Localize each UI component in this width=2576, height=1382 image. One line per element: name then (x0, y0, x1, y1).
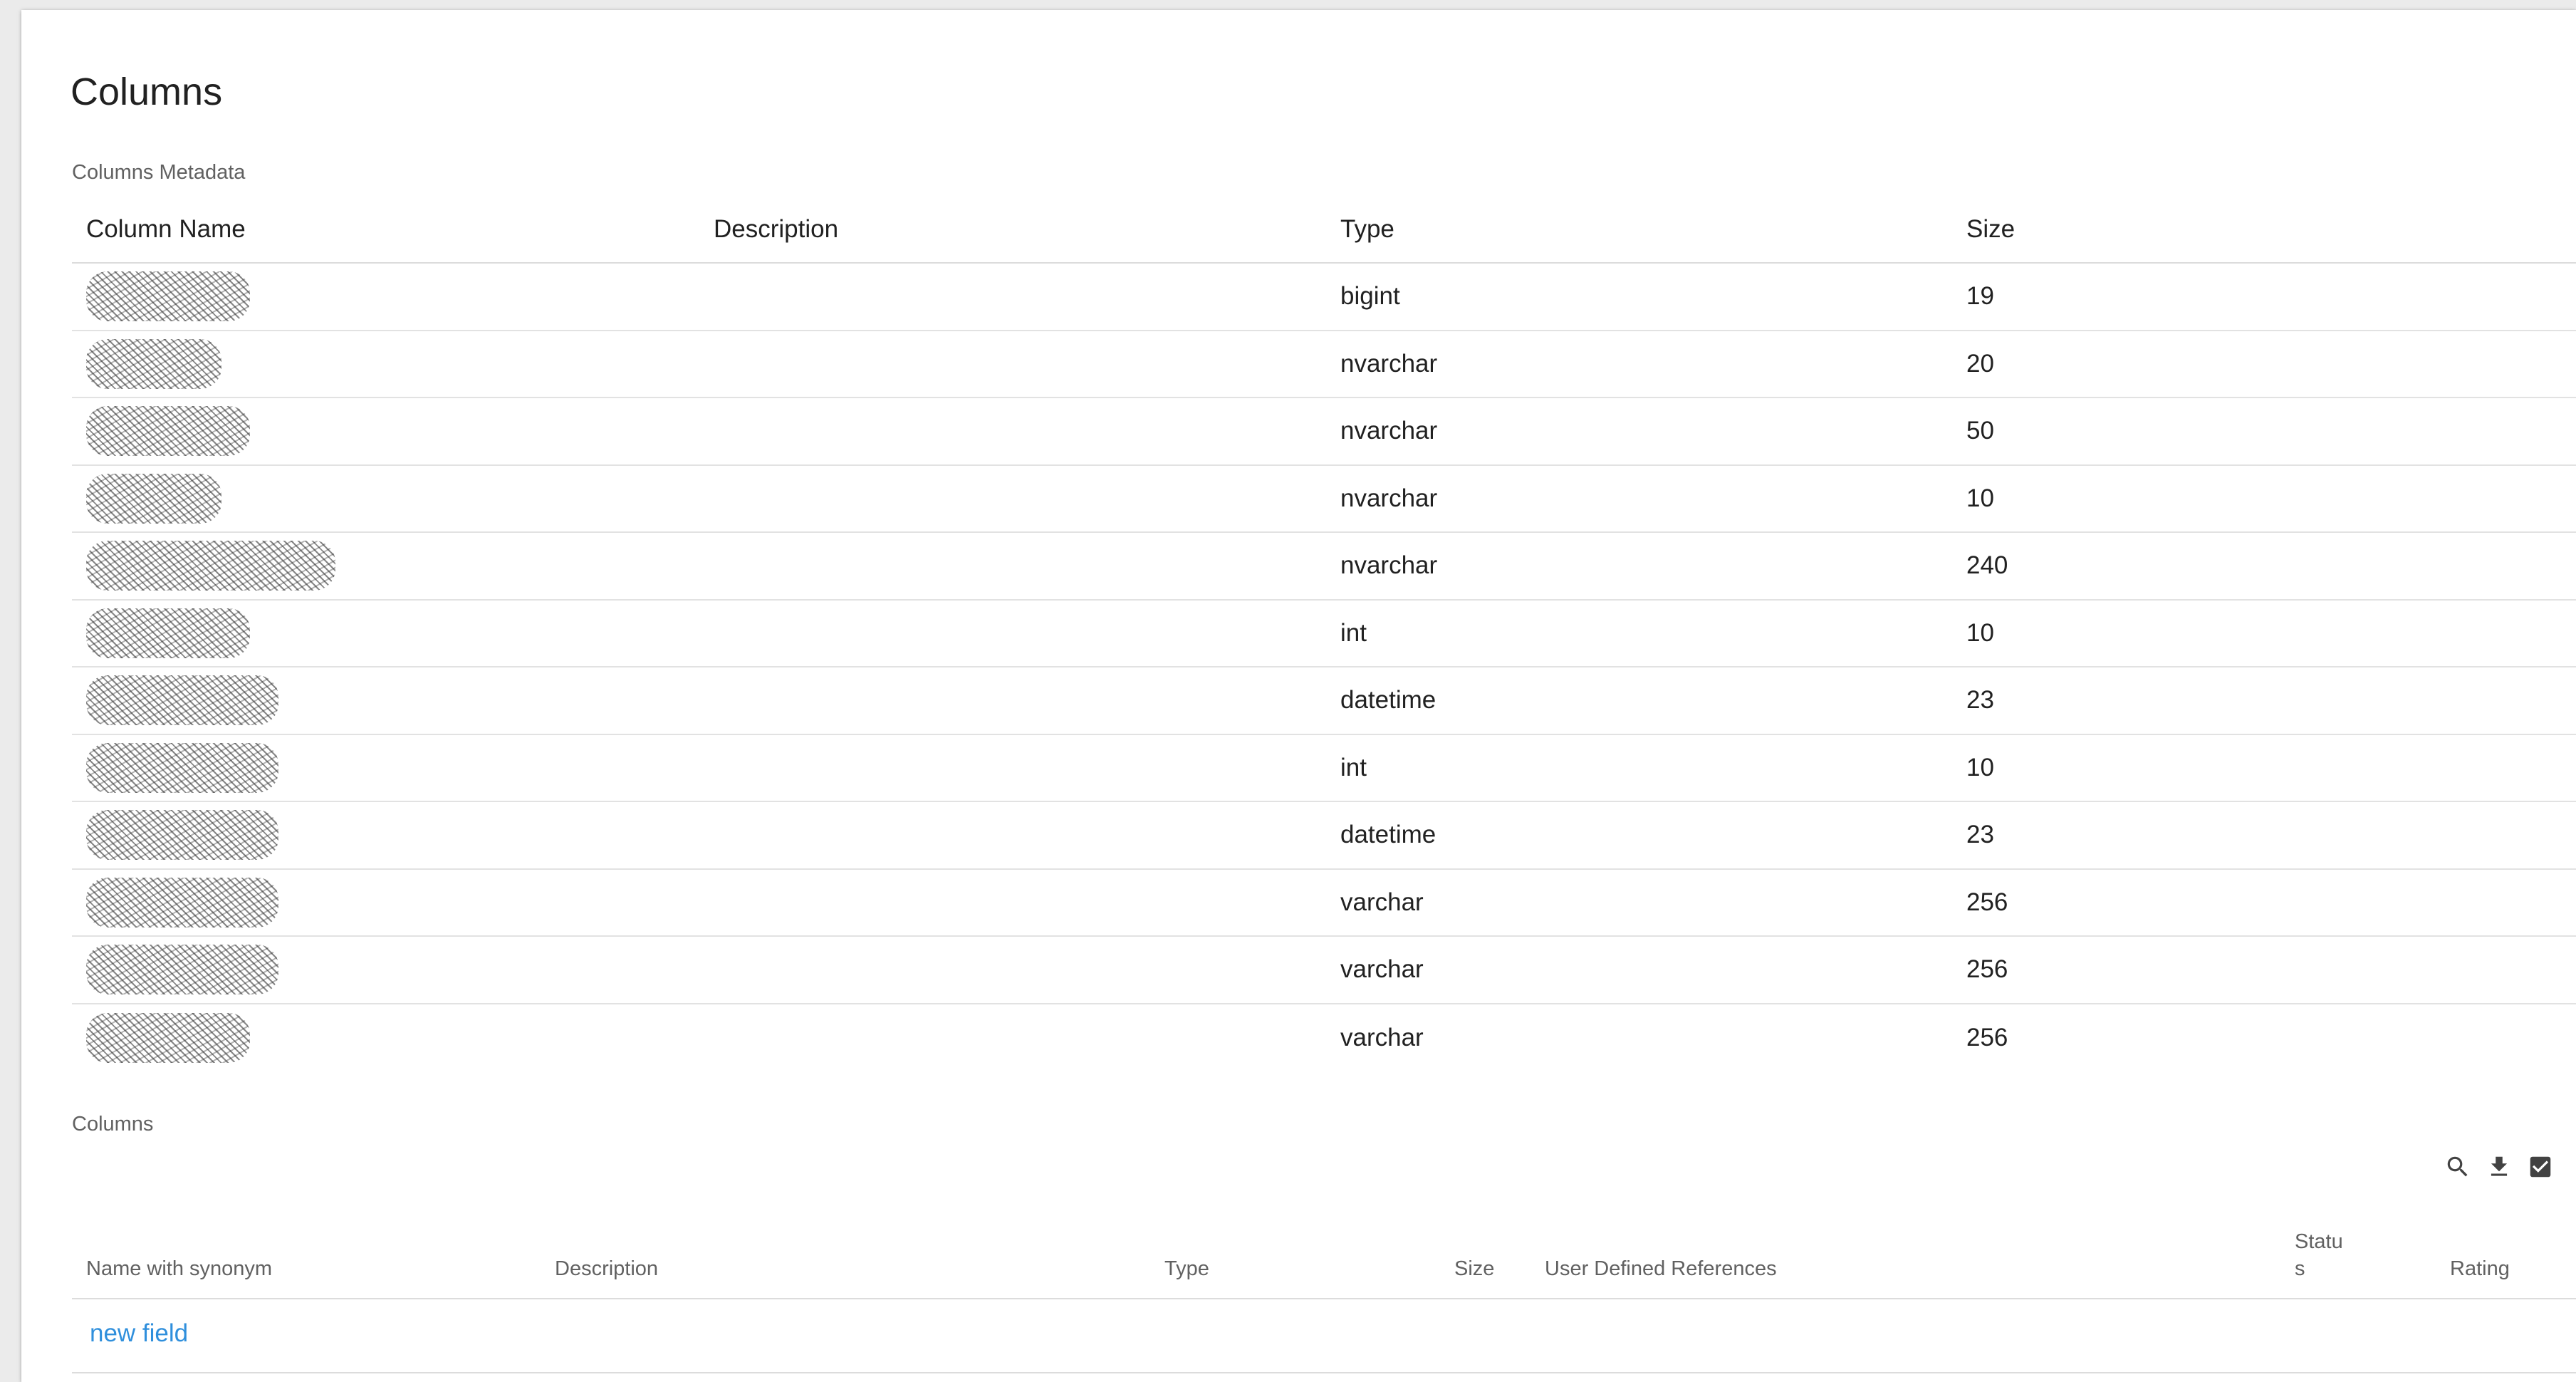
type-cell: nvarchar (1340, 349, 1438, 378)
header-rating[interactable]: Rating (2450, 1255, 2510, 1282)
table-row: varchar 256 (72, 937, 2576, 1004)
type-cell: datetime (1340, 686, 1436, 715)
size-cell: 256 (1966, 955, 2008, 984)
size-cell: 240 (1966, 551, 2008, 580)
table-row: datetime 23 (72, 667, 2576, 735)
type-cell: datetime (1340, 821, 1436, 849)
size-cell: 23 (1966, 821, 1994, 849)
checkbox-icon[interactable] (2526, 1153, 2555, 1181)
size-cell: 10 (1966, 753, 1994, 781)
type-cell: bigint (1340, 282, 1400, 311)
redacted-column-name (86, 398, 250, 464)
table-row: nvarchar 20 (72, 331, 2576, 398)
table-row: nvarchar 240 (72, 533, 2576, 601)
redacted-column-name (86, 533, 335, 599)
table-row: nvarchar 10 (72, 466, 2576, 533)
columns-metadata-table: Column Name Description Type Size bigint… (72, 197, 2576, 1071)
size-cell: 23 (1966, 686, 1994, 715)
size-cell: 10 (1966, 618, 1994, 647)
columns-grid-header: Name with synonym Description Type Size … (72, 1207, 2576, 1299)
table-row: bigint 19 (72, 264, 2576, 331)
type-cell: int (1340, 618, 1367, 647)
redacted-column-name (86, 466, 221, 532)
table-row: datetime 23 (72, 802, 2576, 870)
size-cell: 10 (1966, 484, 1994, 512)
new-field-link[interactable]: new field (90, 1319, 188, 1348)
columns-toolbar (2444, 1153, 2555, 1181)
type-cell: nvarchar (1340, 417, 1438, 445)
table-row: new field (72, 1299, 2576, 1373)
header-type: Type (1340, 215, 1394, 243)
redacted-column-name (86, 601, 250, 667)
table-row: varchar 256 (72, 1004, 2576, 1072)
type-cell: int (1340, 753, 1367, 781)
size-cell: 50 (1966, 417, 1994, 445)
page-title: Columns (71, 71, 223, 113)
metadata-table-header: Column Name Description Type Size (72, 197, 2576, 264)
table-row: nvarchar 50 (72, 398, 2576, 466)
header-user-defined-references[interactable]: User Defined References (1545, 1255, 1777, 1282)
redacted-column-name (86, 1004, 250, 1072)
header-size: Size (1966, 215, 2016, 243)
size-cell: 256 (1966, 888, 2008, 916)
header-description: Description (714, 215, 839, 243)
type-cell: varchar (1340, 1023, 1424, 1051)
redacted-column-name (86, 667, 278, 734)
header-column-name: Column Name (86, 215, 246, 243)
columns-grid: Name with synonym Description Type Size … (72, 1207, 2576, 1373)
header-size[interactable]: Size (1454, 1255, 1494, 1282)
header-type[interactable]: Type (1164, 1255, 1209, 1282)
type-cell: varchar (1340, 888, 1424, 916)
columns-metadata-label: Columns Metadata (72, 161, 246, 184)
header-status[interactable]: Status (2295, 1228, 2352, 1282)
redacted-column-name (86, 937, 278, 1003)
redacted-column-name (86, 802, 278, 868)
redacted-column-name (86, 870, 278, 936)
header-description[interactable]: Description (555, 1255, 658, 1282)
size-cell: 256 (1966, 1023, 2008, 1051)
redacted-column-name (86, 331, 221, 398)
size-cell: 19 (1966, 282, 1994, 311)
columns-card: Columns Columns Metadata Column Name Des… (21, 10, 2576, 1382)
type-cell: varchar (1340, 955, 1424, 984)
download-icon[interactable] (2485, 1153, 2513, 1181)
table-row: int 10 (72, 601, 2576, 667)
columns-section-label: Columns (72, 1113, 154, 1136)
header-name-with-synonym[interactable]: Name with synonym (86, 1255, 272, 1282)
redacted-column-name (86, 264, 250, 330)
table-row: varchar 256 (72, 870, 2576, 937)
size-cell: 20 (1966, 349, 1994, 378)
redacted-column-name (86, 735, 278, 801)
search-icon[interactable] (2444, 1153, 2472, 1181)
type-cell: nvarchar (1340, 551, 1438, 580)
table-row: int 10 (72, 735, 2576, 802)
type-cell: nvarchar (1340, 484, 1438, 512)
